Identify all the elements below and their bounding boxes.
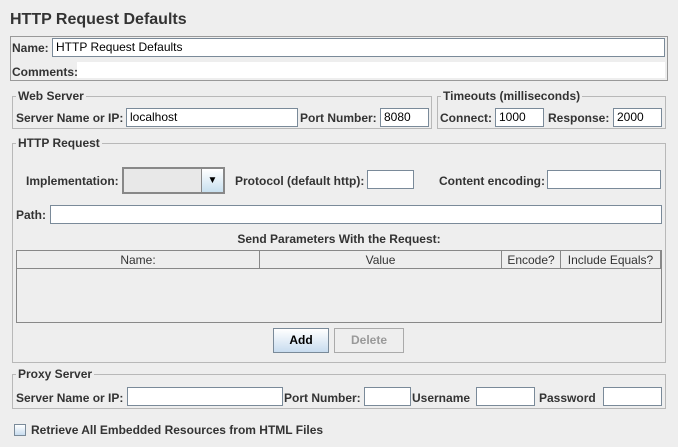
name-label: Name: xyxy=(12,41,49,55)
comments-input[interactable] xyxy=(77,62,665,78)
column-header-encode[interactable]: Encode? xyxy=(502,251,561,269)
proxy-server-input[interactable] xyxy=(127,387,283,406)
encoding-label: Content encoding: xyxy=(439,174,545,188)
protocol-label: Protocol (default http): xyxy=(235,174,365,188)
add-button[interactable]: Add xyxy=(273,328,329,353)
proxy-password-input[interactable] xyxy=(603,387,662,406)
proxy-port-label: Port Number: xyxy=(284,391,361,405)
port-label: Port Number: xyxy=(300,111,377,125)
delete-button[interactable]: Delete xyxy=(334,328,404,353)
proxy-username-input[interactable] xyxy=(476,387,535,406)
name-input[interactable]: HTTP Request Defaults xyxy=(52,38,665,57)
page-title: HTTP Request Defaults xyxy=(10,11,187,28)
path-input[interactable] xyxy=(50,205,662,224)
comments-label: Comments: xyxy=(12,65,79,79)
params-title: Send Parameters With the Request: xyxy=(237,232,441,246)
response-input[interactable]: 2000 xyxy=(613,108,662,127)
timeouts-legend: Timeouts (milliseconds) xyxy=(441,89,583,103)
retrieve-label[interactable]: Retrieve All Embedded Resources from HTM… xyxy=(31,423,323,437)
path-label: Path: xyxy=(16,208,46,222)
implementation-select[interactable]: ▼ xyxy=(122,167,225,194)
params-table[interactable]: Name: Value Encode? Include Equals? xyxy=(16,250,662,323)
protocol-input[interactable] xyxy=(367,170,414,189)
proxy-legend: Proxy Server xyxy=(16,367,95,381)
implementation-label: Implementation: xyxy=(26,174,119,188)
proxy-server-label: Server Name or IP: xyxy=(16,391,124,405)
connect-input[interactable]: 1000 xyxy=(495,108,544,127)
http-request-legend: HTTP Request xyxy=(16,136,102,150)
chevron-down-icon[interactable]: ▼ xyxy=(201,169,223,192)
port-input[interactable]: 8080 xyxy=(380,108,429,127)
response-label: Response: xyxy=(548,111,610,125)
column-header-include-equals[interactable]: Include Equals? xyxy=(561,251,661,269)
connect-label: Connect: xyxy=(440,111,492,125)
retrieve-checkbox[interactable] xyxy=(14,424,26,436)
server-label: Server Name or IP: xyxy=(16,111,124,125)
proxy-username-label: Username xyxy=(412,391,471,405)
server-input[interactable]: localhost xyxy=(126,108,298,127)
encoding-input[interactable] xyxy=(547,170,661,189)
web-server-legend: Web Server xyxy=(16,89,86,103)
proxy-password-label: Password xyxy=(539,391,596,405)
column-header-name[interactable]: Name: xyxy=(17,251,260,269)
column-header-value[interactable]: Value xyxy=(260,251,502,269)
proxy-port-input[interactable] xyxy=(364,387,411,406)
